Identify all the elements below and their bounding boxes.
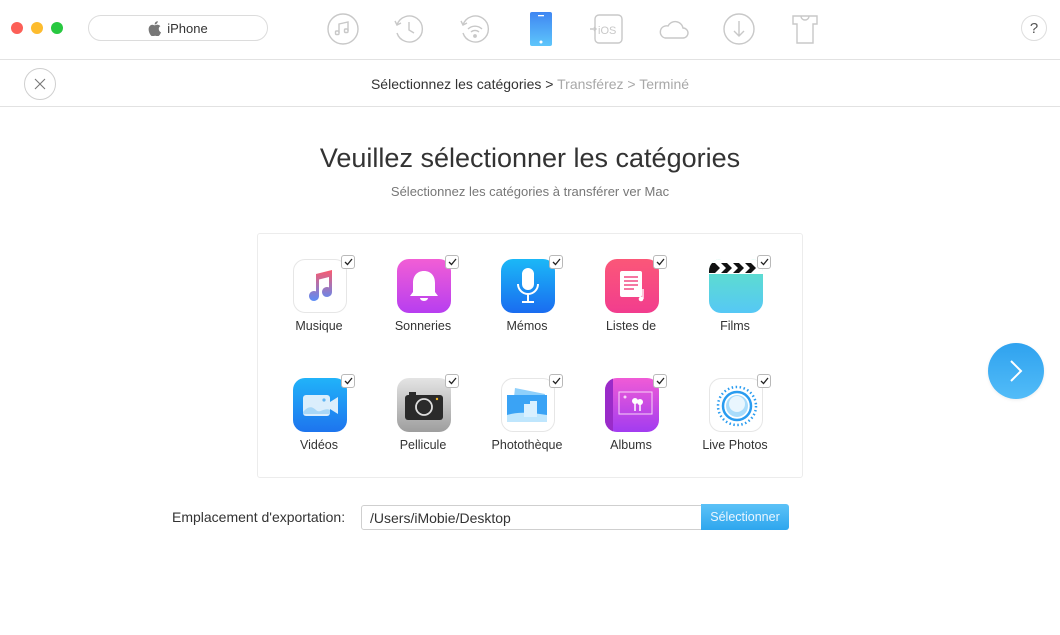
toolbar-to-ios[interactable]: iOS [574,8,640,50]
window-close-button[interactable] [11,22,23,34]
live-photos-icon [709,378,763,432]
to-ios-icon: iOS [590,14,623,44]
select-folder-button[interactable]: Sélectionner [701,504,789,530]
category-label: Films [720,319,750,333]
category-label: Live Photos [702,438,768,452]
category-live-photos[interactable]: Live Photos [683,374,787,478]
step-done: Terminé [639,76,690,92]
video-camera-icon [293,378,347,432]
category-camera-roll[interactable]: Pellicule [371,374,475,478]
step-transfer: Transférez [557,76,624,92]
export-path-input[interactable] [361,505,702,530]
page-title: Veuillez sélectionner les catégories [319,143,741,173]
checkbox-camera-roll[interactable] [445,374,459,388]
category-label: Albums [610,438,652,452]
music-icon [293,259,347,313]
toolbar-icloud[interactable] [640,8,706,50]
checkbox-photo-library[interactable] [549,374,563,388]
step-bar: Sélectionnez les catégories > Transférez… [0,60,1060,107]
bell-icon [397,259,451,313]
category-grid: Musique Sonneries Mémos Listes de Films [257,233,803,478]
tshirt-icon [792,15,818,44]
checkbox-movies[interactable] [757,255,771,269]
window-zoom-button[interactable] [51,22,63,34]
category-label: Vidéos [300,438,338,452]
svg-text:iOS: iOS [598,25,616,37]
device-selector[interactable]: iPhone [88,15,268,41]
step-select-categories: Sélectionnez les catégories [370,76,542,92]
checkbox-voice-memos[interactable] [549,255,563,269]
category-label: Sonneries [394,319,452,333]
category-label: Musique [295,319,343,333]
export-location-label: Emplacement d'exportation: [172,509,346,525]
download-icon [723,13,755,45]
toolbar-device[interactable] [508,8,574,50]
microphone-icon [501,259,555,313]
category-albums[interactable]: Albums [579,374,683,478]
category-ringtones[interactable]: Sonneries [371,255,475,359]
step-separator: > [627,76,636,92]
checkbox-music[interactable] [341,255,355,269]
wifi-restore-icon [460,15,489,43]
category-label: Photothèque [491,438,563,452]
breadcrumb: Sélectionnez les catégories > Transférez… [0,76,1060,92]
device-name: iPhone [167,20,208,36]
chevron-right-icon [1010,360,1023,382]
checkbox-ringtones[interactable] [445,255,459,269]
category-movies[interactable]: Films [683,255,787,359]
category-photo-library[interactable]: Photothèque [475,374,579,478]
toolbar-skins[interactable] [772,8,838,50]
checkbox-videos[interactable] [341,374,355,388]
phone-icon [530,12,552,46]
cloud-icon [659,20,689,39]
category-voice-memos[interactable]: Mémos [475,255,579,359]
next-button[interactable] [988,343,1044,399]
toolbar-music[interactable] [310,8,376,50]
music-note-icon [327,13,359,45]
window-minimize-button[interactable] [31,22,43,34]
playlist-icon [605,259,659,313]
title-bar: iPhone iOS ? [0,0,1060,60]
category-label: Pellicule [399,438,447,452]
apple-icon [148,20,162,36]
category-label: Mémos [506,319,548,333]
toolbar-wifi-sync[interactable] [442,8,508,50]
step-separator: > [545,76,554,92]
page-subtitle: Sélectionnez les catégories à transférer… [390,184,670,199]
category-label: Listes de [605,319,657,333]
category-videos[interactable]: Vidéos [267,374,371,478]
toolbar-backup[interactable] [376,8,442,50]
photo-library-icon [501,378,555,432]
toolbar-download[interactable] [706,8,772,50]
history-icon [394,15,423,43]
category-playlists[interactable]: Listes de [579,255,683,359]
checkbox-albums[interactable] [653,374,667,388]
camera-icon [397,378,451,432]
checkbox-playlists[interactable] [653,255,667,269]
clapperboard-icon [709,259,763,313]
main-toolbar: iOS [310,8,838,50]
checkbox-live-photos[interactable] [757,374,771,388]
album-icon [605,378,659,432]
help-button[interactable]: ? [1021,15,1047,41]
category-music[interactable]: Musique [267,255,371,359]
